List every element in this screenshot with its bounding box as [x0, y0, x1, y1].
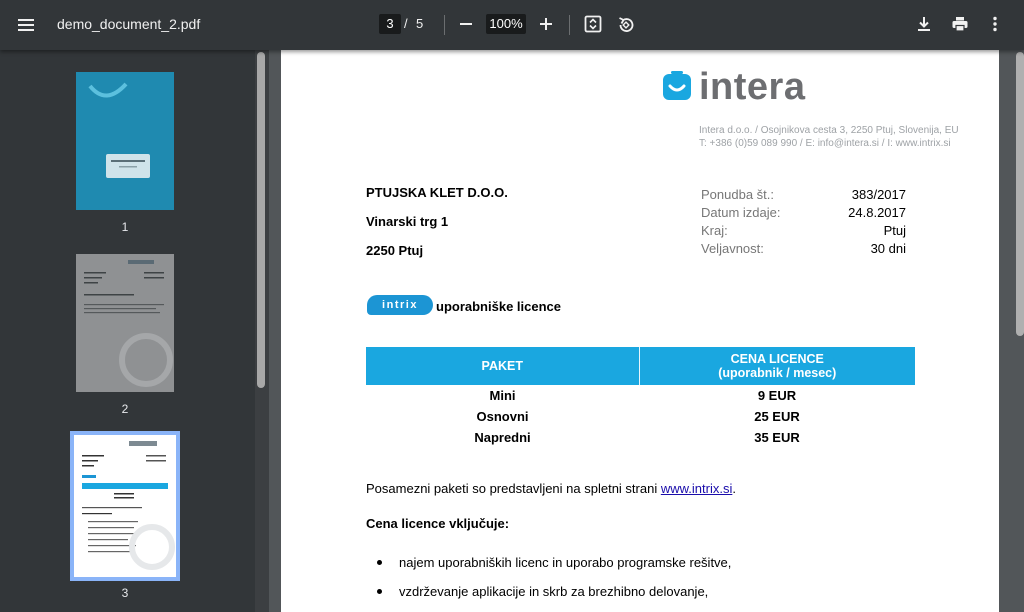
header-price-line1: CENA LICENCE [730, 352, 824, 366]
client-city: 2250 Ptuj [366, 243, 424, 258]
thumbnail-number: 3 [121, 586, 129, 600]
address-line: Intera d.o.o. / Osojnikova cesta 3, 2250… [699, 125, 959, 136]
thumbnail-sidebar: 1 2 3 [0, 50, 255, 612]
list-item-text: najem uporabniških licenc in uporabo pro… [399, 555, 732, 570]
package-price: 9 EUR [757, 388, 797, 403]
issue-date-label: Datum izdaje: [701, 205, 781, 220]
intera-logo-icon [662, 71, 692, 106]
thumbnail-page-image [76, 254, 174, 392]
paragraph-text: Posamezni paketi so predstavljeni na spl… [366, 481, 661, 496]
list-item-text: vzdrževanje aplikacije in skrb za brezhi… [399, 584, 709, 599]
menu-icon[interactable] [14, 13, 38, 37]
validity-value: 30 dni [870, 241, 906, 256]
fit-page-icon [584, 15, 602, 33]
offer-number-label: Ponudba št.: [701, 187, 774, 202]
thumbnail-number: 1 [121, 220, 129, 234]
table-row: Mini 9 EUR [366, 385, 915, 406]
place-value: Ptuj [883, 223, 906, 238]
thumbnail-number: 2 [121, 402, 129, 416]
package-name: Osnovni [476, 409, 529, 424]
header-license-price: CENA LICENCE (uporabnik / mesec) [638, 347, 915, 385]
total-pages: 5 [416, 16, 424, 31]
contact-line: T: +386 (0)59 089 990 / E: info@intera.s… [699, 138, 951, 149]
thumbnail-cover-image [76, 72, 174, 210]
header-package: PAKET [366, 347, 639, 385]
package-name: Napredni [474, 430, 531, 445]
more-actions-button[interactable] [985, 14, 1005, 34]
offer-number-value: 383/2017 [851, 187, 906, 202]
client-address-block: PTUJSKA KLET D.O.O. Vinarski trg 1 2250 … [366, 185, 508, 272]
rotate-button[interactable] [616, 15, 636, 35]
issue-date-value: 24.8.2017 [848, 205, 906, 220]
package-price: 35 EUR [754, 430, 800, 445]
page-thumbnail-3[interactable] [70, 431, 180, 581]
print-button[interactable] [950, 14, 970, 34]
toolbar-divider [569, 15, 570, 35]
price-table: PAKET CENA LICENCE (uporabnik / mesec) M… [366, 347, 915, 448]
toolbar-divider [444, 15, 445, 35]
download-button[interactable] [914, 14, 934, 34]
zoom-level-input[interactable]: 100% [486, 14, 526, 34]
pdf-toolbar: demo_document_2.pdf 3 / 5 100% [0, 0, 1024, 50]
rotate-icon [619, 17, 634, 32]
includes-heading: Cena licence vključuje: [366, 516, 510, 531]
packages-paragraph: Posamezni paketi so predstavljeni na spl… [366, 481, 736, 496]
client-name: PTUJSKA KLET D.O.O. [366, 185, 508, 200]
bullet-icon [377, 560, 382, 565]
logo-wordmark: intera [699, 66, 806, 108]
company-address: Intera d.o.o. / Osojnikova cesta 3, 2250… [699, 124, 959, 150]
table-header-row: PAKET CENA LICENCE (uporabnik / mesec) [366, 347, 915, 385]
zoom-out-button[interactable] [457, 14, 475, 34]
page-thumbnail-2[interactable] [76, 254, 174, 392]
table-row: Napredni 35 EUR [366, 427, 915, 448]
paragraph-end: . [732, 481, 736, 496]
header-price-line2: (uporabnik / mesec) [718, 366, 837, 380]
fit-to-page-button[interactable] [584, 15, 602, 33]
print-icon [952, 17, 968, 32]
document-viewport: intera Intera d.o.o. / Osojnikova cesta … [269, 50, 1024, 612]
package-price: 25 EUR [754, 409, 800, 424]
client-street: Vinarski trg 1 [366, 214, 449, 229]
sidebar-scrollbar[interactable] [257, 52, 265, 388]
page-separator: / [404, 16, 408, 31]
package-name: Mini [489, 388, 516, 403]
document-title: demo_document_2.pdf [57, 16, 201, 32]
table-row: Osnovni 25 EUR [366, 406, 915, 427]
bullet-icon [377, 589, 382, 594]
document-scrollbar[interactable] [1016, 52, 1024, 336]
place-label: Kraj: [701, 223, 728, 238]
page-thumbnail-1[interactable] [76, 72, 174, 210]
pdf-page: intera Intera d.o.o. / Osojnikova cesta … [281, 50, 999, 612]
intrix-logo-badge: intrix [367, 295, 433, 315]
zoom-in-button[interactable] [537, 14, 555, 34]
download-icon [918, 17, 930, 31]
more-vertical-icon [993, 16, 997, 32]
current-page-input[interactable]: 3 [379, 14, 401, 34]
intrix-website-link[interactable]: www.intrix.si [661, 481, 733, 496]
section-heading: uporabniške licence [436, 299, 561, 314]
validity-label: Veljavnost: [701, 241, 764, 256]
thumbnail-page-image [74, 435, 176, 577]
